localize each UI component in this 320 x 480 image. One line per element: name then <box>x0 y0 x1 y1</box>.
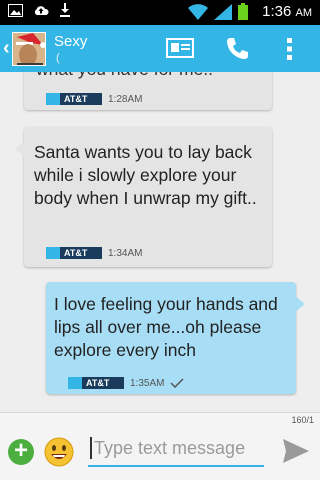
phone-icon[interactable] <box>224 35 250 61</box>
message-input[interactable] <box>88 433 264 463</box>
add-attachment-button[interactable]: + <box>8 439 34 465</box>
conversation-list[interactable]: what you have for me.. AT&T 1:28AM Santa… <box>0 72 320 412</box>
action-bar: ‹ Sexy ( <box>0 25 320 72</box>
wifi-icon <box>188 3 208 20</box>
bubble-tail <box>15 141 25 157</box>
signal-icon <box>214 3 232 20</box>
carrier-label: AT&T <box>68 377 124 389</box>
bubble-tail <box>295 296 305 312</box>
message-input-field[interactable] <box>88 433 264 467</box>
message-time: 1:34AM <box>108 247 143 259</box>
status-clock: 1:36 AM <box>262 3 312 20</box>
back-chevron-icon[interactable]: ‹ <box>3 37 10 60</box>
message-meta: AT&T 1:34AM <box>46 247 142 259</box>
contact-number: ( <box>56 52 60 64</box>
character-counter: 160/1 <box>291 415 314 425</box>
send-icon[interactable] <box>282 438 310 464</box>
status-bar: 1:36 AM <box>0 0 320 25</box>
checkmark-icon <box>170 378 184 388</box>
message-text: I love feeling your hands and lips all o… <box>54 294 278 360</box>
smiley-icon[interactable] <box>44 437 74 467</box>
battery-icon <box>238 3 248 20</box>
message-time: 1:28AM <box>108 93 143 105</box>
message-bubble-incoming[interactable]: what you have for me.. AT&T 1:28AM <box>24 72 272 110</box>
message-meta: AT&T 1:28AM <box>46 93 142 105</box>
contact-name: Sexy <box>54 33 88 50</box>
overflow-menu-icon[interactable] <box>287 38 293 60</box>
message-bubble-outgoing[interactable]: I love feeling your hands and lips all o… <box>46 282 305 394</box>
add-icon: + <box>13 437 28 464</box>
text-cursor <box>90 437 92 459</box>
cloud-upload-icon <box>34 6 49 15</box>
avatar[interactable] <box>12 32 46 66</box>
carrier-label: AT&T <box>46 247 102 259</box>
message-meta: AT&T 1:35AM <box>68 377 184 389</box>
message-bubble-incoming[interactable]: Santa wants you to lay back while i slow… <box>15 127 272 267</box>
message-text: Santa wants you to lay back while i slow… <box>34 142 257 208</box>
photo-icon <box>8 3 23 17</box>
contact-card-icon[interactable] <box>165 35 195 61</box>
message-text: what you have for me.. <box>36 72 264 81</box>
compose-bar: 160/1 + <box>0 412 320 480</box>
message-time: 1:35AM <box>130 377 165 389</box>
carrier-label: AT&T <box>46 93 102 105</box>
download-icon <box>60 3 70 17</box>
